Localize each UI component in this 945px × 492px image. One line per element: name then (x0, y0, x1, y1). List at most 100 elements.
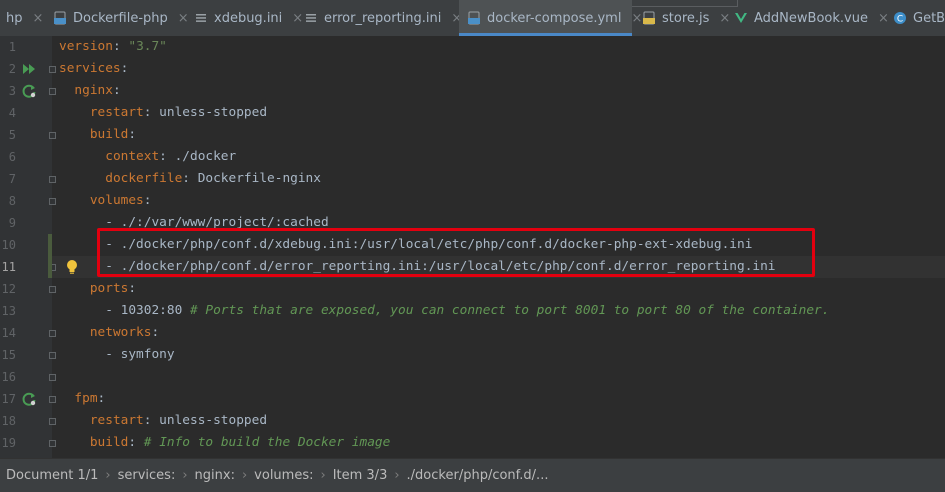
tab-label: Dockerfile-php (73, 10, 168, 26)
fold-collapse-icon[interactable] (49, 440, 56, 447)
code-line[interactable]: 17 fpm: (0, 388, 945, 410)
fold-collapse-icon[interactable] (49, 198, 56, 205)
editor-tab-bar: hp × Dockerfile-php × xdebug.ini × error_repor… (0, 0, 945, 37)
code-text: build: # Info to build the Docker image (89, 435, 391, 450)
class-file-icon: C (893, 11, 907, 25)
tab-label: GetBo (913, 10, 945, 26)
line-number: 9 (8, 216, 16, 230)
code-text: version: "3.7" (59, 39, 167, 54)
code-line[interactable]: 18 restart: unless-stopped (0, 410, 945, 432)
docker-file-icon (53, 11, 67, 25)
fold-collapse-icon[interactable] (49, 330, 56, 337)
fold-collapse-icon[interactable] (49, 132, 56, 139)
tab-docker-compose-yml[interactable]: docker-compose.yml × (459, 0, 642, 36)
close-icon[interactable]: × (33, 11, 44, 26)
breadcrumb-separator-icon: › (394, 468, 400, 483)
tab-hp[interactable]: hp × (0, 0, 44, 36)
code-text: restart: unless-stopped (89, 105, 268, 120)
code-text: nginx: (74, 83, 121, 98)
fold-collapse-icon[interactable] (49, 66, 56, 73)
run-services-icon[interactable] (21, 61, 37, 77)
code-line[interactable]: 5 build: (0, 124, 945, 146)
fold-collapse-icon[interactable] (49, 396, 56, 403)
tab-label: error_reporting.ini (324, 10, 442, 26)
tab-getbo[interactable]: C GetBo (885, 0, 945, 36)
js-file-icon (642, 11, 656, 25)
tab-label: AddNewBook.vue (754, 10, 868, 26)
ini-file-icon (194, 11, 208, 25)
tab-label: hp (6, 10, 23, 26)
code-text: volumes: (89, 193, 152, 208)
vcs-change-marker[interactable] (48, 234, 52, 278)
code-text: ports: (89, 281, 137, 296)
line-number: 13 (1, 304, 16, 318)
code-line[interactable]: 6 context: ./docker (0, 146, 945, 168)
tab-label: store.js (662, 10, 710, 26)
tab-xdebug-ini[interactable]: xdebug.ini × (186, 0, 303, 36)
fold-end-icon[interactable] (49, 352, 56, 359)
tab-label: xdebug.ini (214, 10, 283, 26)
breadcrumb-item[interactable]: ./docker/php/conf.d/... (407, 468, 549, 483)
code-text: context: ./docker (105, 149, 237, 164)
code-line[interactable]: 3 nginx: (0, 80, 945, 102)
yaml-file-icon (467, 11, 481, 25)
code-text: fpm: (74, 391, 106, 406)
tab-addnewbook-vue[interactable]: AddNewBook.vue × (726, 0, 889, 36)
code-text: dockerfile: Dockerfile-nginx (105, 171, 321, 186)
line-number: 11 (1, 260, 16, 274)
code-line[interactable]: 1 version: "3.7" (0, 36, 945, 58)
line-number: 2 (8, 62, 16, 76)
breadcrumb-item[interactable]: Document 1/1 (6, 468, 98, 483)
fold-end-icon[interactable] (49, 176, 56, 183)
highlight-box (97, 228, 815, 277)
code-line[interactable]: 12 ports: (0, 278, 945, 300)
breadcrumb-separator-icon: › (105, 468, 111, 483)
code-text: services: (59, 61, 129, 76)
code-line[interactable]: 15 - symfony (0, 344, 945, 366)
fold-collapse-icon[interactable] (49, 286, 56, 293)
line-number: 4 (8, 106, 16, 120)
breadcrumb: Document 1/1 › services: › nginx: › volumes: › I… (0, 458, 945, 492)
svg-text:C: C (897, 15, 903, 25)
fold-end-icon[interactable] (49, 374, 56, 381)
lightbulb-intention-icon[interactable] (66, 259, 78, 275)
vue-file-icon (734, 11, 748, 25)
tab-dockerfile-php[interactable]: Dockerfile-php × (45, 0, 189, 36)
breadcrumb-separator-icon: › (182, 468, 188, 483)
rerun-service-icon[interactable] (21, 391, 37, 407)
breadcrumb-item[interactable]: services: (118, 468, 176, 483)
fold-collapse-icon[interactable] (49, 88, 56, 95)
line-number: 1 (8, 40, 16, 54)
rerun-service-icon[interactable] (21, 83, 37, 99)
line-number: 6 (8, 150, 16, 164)
line-number: 3 (8, 84, 16, 98)
line-number: 19 (1, 436, 16, 450)
line-number: 17 (1, 392, 16, 406)
code-line[interactable]: 19 build: # Info to build the Docker ima… (0, 432, 945, 454)
code-text: networks: (89, 325, 160, 340)
code-line[interactable]: 8 volumes: (0, 190, 945, 212)
breadcrumb-item[interactable]: volumes: (254, 468, 313, 483)
code-line[interactable]: 7 dockerfile: Dockerfile-nginx (0, 168, 945, 190)
breadcrumb-item[interactable]: Item 3/3 (333, 468, 388, 483)
breadcrumb-separator-icon: › (320, 468, 326, 483)
tab-error-reporting-ini[interactable]: error_reporting.ini × (296, 0, 462, 36)
ini-file-icon (304, 11, 318, 25)
line-number: 5 (8, 128, 16, 142)
line-number: 14 (1, 326, 16, 340)
breadcrumb-separator-icon: › (241, 468, 248, 483)
code-line[interactable]: 4 restart: unless-stopped (0, 102, 945, 124)
code-line[interactable]: 16 (0, 366, 945, 388)
breadcrumb-item[interactable]: nginx: (195, 468, 235, 483)
code-editor[interactable]: 1 version: "3.7" 2 services: 3 nginx: 4 resta… (0, 36, 945, 458)
line-number: 18 (1, 414, 16, 428)
code-line[interactable]: 13 - 10302:80 # Ports that are exposed, … (0, 300, 945, 322)
line-number: 7 (8, 172, 16, 186)
line-number: 16 (1, 370, 16, 384)
tab-store-js[interactable]: store.js × (634, 0, 730, 36)
code-line[interactable]: 2 services: (0, 58, 945, 80)
code-text: build: (89, 127, 137, 142)
fold-collapse-icon[interactable] (49, 418, 56, 425)
line-number: 8 (8, 194, 16, 208)
code-line[interactable]: 14 networks: (0, 322, 945, 344)
